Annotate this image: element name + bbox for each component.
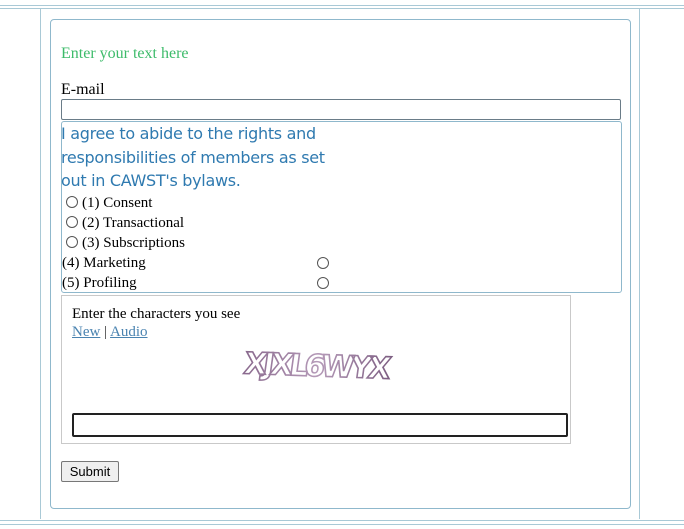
captcha-link-separator: | (104, 324, 108, 340)
marketing-label: (4) Marketing (62, 255, 146, 271)
email-field[interactable] (61, 99, 621, 120)
consent-radio[interactable] (66, 196, 78, 208)
top-divider (0, 5, 684, 6)
captcha-input[interactable] (72, 413, 568, 437)
captcha-title: Enter the characters you see (72, 306, 241, 322)
email-label: E-mail (61, 81, 105, 98)
consent-label: (1) Consent (82, 195, 153, 211)
submit-button[interactable]: Submit (61, 461, 119, 482)
marketing-radio[interactable] (317, 257, 329, 269)
bottom-divider (0, 520, 684, 521)
subscriptions-radio[interactable] (66, 236, 78, 248)
intro-text: Enter your text here (61, 45, 189, 62)
transactional-label: (2) Transactional (82, 215, 185, 231)
captcha-image: XJXL6WYX (241, 346, 394, 388)
transactional-radio[interactable] (66, 216, 78, 228)
captcha-audio-link[interactable]: Audio (110, 324, 148, 340)
profiling-label: (5) Profiling (62, 275, 137, 291)
agreement-text: I agree to abide to the rights and respo… (61, 124, 325, 190)
bottom-divider-secondary (0, 524, 684, 525)
profiling-radio[interactable] (317, 277, 329, 289)
captcha-links: New | Audio (72, 324, 148, 341)
captcha-text: XJXL6WYX (242, 347, 393, 387)
subscriptions-label: (3) Subscriptions (82, 235, 185, 251)
captcha-new-link[interactable]: New (72, 324, 100, 340)
